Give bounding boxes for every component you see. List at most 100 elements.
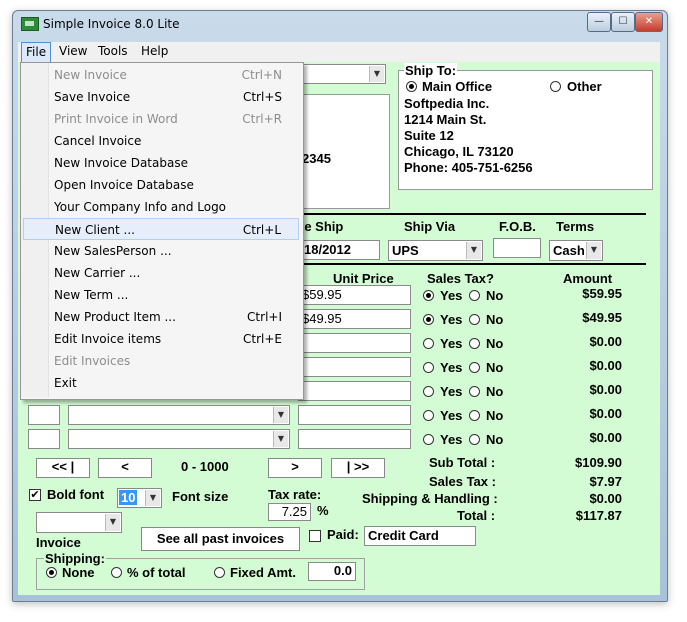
menu-help[interactable]: Help — [137, 42, 172, 61]
ship-to-other-radio[interactable] — [550, 81, 561, 92]
tax-yes-label[interactable]: Yes — [440, 312, 462, 327]
tax-yes-label[interactable]: Yes — [440, 288, 462, 303]
ship-to-line: 1214 Main St. — [404, 112, 487, 127]
tax-no-radio[interactable] — [469, 386, 480, 397]
page-range: 0 - 1000 — [181, 459, 229, 474]
file-menu-item-new-invoice[interactable]: New Invoice Ctrl+N — [23, 64, 299, 86]
shipping-none-radio[interactable] — [46, 567, 57, 578]
tax-yes-label[interactable]: Yes — [440, 408, 462, 423]
unit-price-input[interactable] — [298, 429, 411, 449]
file-menu-item-open-invoice-database[interactable]: Open Invoice Database — [23, 174, 299, 196]
terms-select[interactable]: Cash — [549, 240, 603, 261]
file-menu-item-save-invoice[interactable]: Save Invoice Ctrl+S — [23, 86, 299, 108]
ship-to-line: Suite 12 — [404, 128, 454, 143]
file-menu-item-edit-invoices[interactable]: Edit Invoices — [23, 350, 299, 372]
menu-item-label: Edit Invoice items — [54, 332, 162, 346]
tax-yes-label[interactable]: Yes — [440, 360, 462, 375]
unit-price-input[interactable] — [298, 405, 411, 425]
menu-view[interactable]: View — [55, 42, 91, 61]
maximize-button[interactable]: ☐ — [611, 12, 635, 32]
see-all-invoices-button[interactable]: See all past invoices — [141, 527, 300, 551]
file-menu-item-print-invoice-in-word[interactable]: Print Invoice in Word Ctrl+R — [23, 108, 299, 130]
tax-no-label[interactable]: No — [486, 408, 503, 423]
ship-to-other-label[interactable]: Other — [567, 79, 602, 94]
minimize-button[interactable]: — — [587, 12, 611, 32]
last-page-button[interactable]: | >> — [331, 458, 385, 478]
font-size-select[interactable]: 10 — [117, 488, 162, 508]
first-page-button[interactable]: << | — [36, 458, 90, 478]
file-menu-item-new-product-item[interactable]: New Product Item ... Ctrl+I — [23, 306, 299, 328]
tax-no-label[interactable]: No — [486, 312, 503, 327]
ship-to-main-office-label[interactable]: Main Office — [422, 79, 492, 94]
item-select[interactable] — [68, 429, 290, 449]
tax-rate-input[interactable]: 7.25 — [268, 503, 311, 521]
menu-item-label: New Invoice — [54, 68, 127, 82]
bill-to-line: 2345 — [302, 151, 331, 166]
amount-value: $0.00 — [589, 430, 622, 445]
date-ship-input[interactable]: 18/2012 — [300, 240, 380, 260]
file-menu-item-new-salesperson[interactable]: New SalesPerson ... — [23, 240, 299, 262]
file-menu-item-edit-invoice-items[interactable]: Edit Invoice items Ctrl+E — [23, 328, 299, 350]
file-menu-item-new-invoice-database[interactable]: New Invoice Database — [23, 152, 299, 174]
unit-price-input[interactable]: $59.95 — [298, 285, 411, 305]
shipping-percent-label[interactable]: % of total — [127, 565, 186, 580]
qty-input[interactable] — [28, 429, 60, 449]
chevron-down-icon — [273, 431, 288, 447]
fob-input[interactable] — [493, 238, 541, 258]
menu-item-label: New Client ... — [55, 223, 135, 237]
tax-yes-radio[interactable] — [423, 410, 434, 421]
tax-no-label[interactable]: No — [486, 288, 503, 303]
menu-item-label: Exit — [54, 376, 77, 390]
prev-page-button[interactable]: < — [98, 458, 152, 478]
tax-no-radio[interactable] — [469, 362, 480, 373]
unit-price-input[interactable]: $49.95 — [298, 309, 411, 329]
tax-no-radio[interactable] — [469, 434, 480, 445]
menu-tools[interactable]: Tools — [94, 42, 132, 61]
client-select[interactable] — [300, 64, 386, 84]
tax-no-radio[interactable] — [469, 314, 480, 325]
tax-no-radio[interactable] — [469, 338, 480, 349]
tax-yes-radio[interactable] — [423, 434, 434, 445]
menu-file[interactable]: File — [21, 42, 52, 63]
paid-method-input[interactable]: Credit Card — [364, 526, 476, 546]
invoice-select[interactable] — [36, 512, 122, 533]
ship-via-select[interactable]: UPS — [388, 240, 483, 261]
file-menu-item-new-client[interactable]: New Client ... Ctrl+L — [23, 218, 299, 240]
shipping-none-label[interactable]: None — [62, 565, 95, 580]
unit-price-input[interactable] — [298, 357, 411, 377]
tax-yes-radio[interactable] — [423, 386, 434, 397]
divider — [300, 263, 646, 265]
file-menu-item-exit[interactable]: Exit — [23, 372, 299, 394]
tax-no-label[interactable]: No — [486, 384, 503, 399]
tax-yes-radio[interactable] — [423, 314, 434, 325]
tax-no-radio[interactable] — [469, 410, 480, 421]
tax-yes-radio[interactable] — [423, 290, 434, 301]
file-menu-item-new-term[interactable]: New Term ... — [23, 284, 299, 306]
file-menu-item-new-carrier[interactable]: New Carrier ... — [23, 262, 299, 284]
shipping-fixed-radio[interactable] — [214, 567, 225, 578]
tax-no-label[interactable]: No — [486, 336, 503, 351]
paid-checkbox[interactable] — [309, 530, 321, 542]
shipping-amount-input[interactable]: 0.0 — [308, 562, 356, 581]
ship-to-main-office-radio[interactable] — [406, 81, 417, 92]
tax-no-label[interactable]: No — [486, 432, 503, 447]
shipping-fixed-label[interactable]: Fixed Amt. — [230, 565, 296, 580]
tax-yes-label[interactable]: Yes — [440, 336, 462, 351]
tax-yes-label[interactable]: Yes — [440, 384, 462, 399]
item-select[interactable] — [68, 405, 290, 425]
qty-input[interactable] — [28, 405, 60, 425]
bold-font-checkbox[interactable]: ✔ — [29, 489, 41, 501]
unit-price-input[interactable] — [298, 381, 411, 401]
menu-item-label: New Product Item ... — [54, 310, 176, 324]
tax-no-label[interactable]: No — [486, 360, 503, 375]
file-menu-item-cancel-invoice[interactable]: Cancel Invoice — [23, 130, 299, 152]
shipping-percent-radio[interactable] — [111, 567, 122, 578]
tax-yes-radio[interactable] — [423, 338, 434, 349]
next-page-button[interactable]: > — [268, 458, 322, 478]
file-menu-item-your-company-info-and-logo[interactable]: Your Company Info and Logo — [23, 196, 299, 218]
unit-price-input[interactable] — [298, 333, 411, 353]
tax-yes-radio[interactable] — [423, 362, 434, 373]
tax-yes-label[interactable]: Yes — [440, 432, 462, 447]
close-button[interactable]: ✕ — [635, 12, 663, 32]
tax-no-radio[interactable] — [469, 290, 480, 301]
